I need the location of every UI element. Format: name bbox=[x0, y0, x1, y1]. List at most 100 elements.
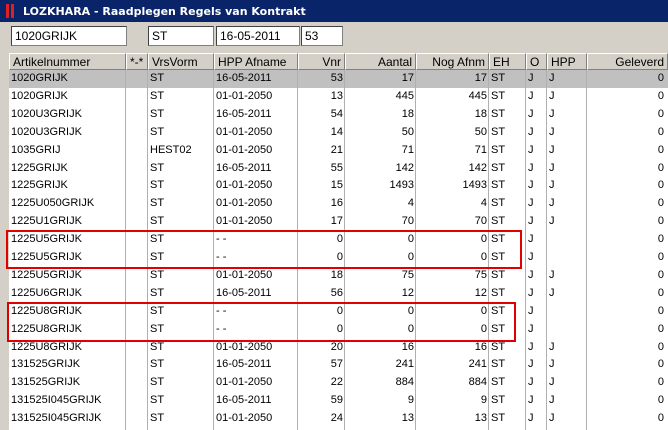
grid-header: Artikelnummer *-* VrsVorm HPP Afname Vnr… bbox=[9, 53, 668, 70]
cell-geleverd: 0 bbox=[657, 161, 664, 174]
cell-hpp: J bbox=[549, 143, 555, 156]
col-header-eh[interactable]: EH bbox=[489, 53, 526, 70]
cell-vrsvorm: ST bbox=[150, 89, 165, 102]
table-row[interactable]: 131525GRIJK ST 16-05-2011 57 241 241 ST J J 0 bbox=[9, 356, 668, 374]
col-header-geleverd[interactable]: Geleverd bbox=[587, 53, 668, 70]
col-header-hpp[interactable]: HPP bbox=[547, 53, 587, 70]
col-header-vnr[interactable]: Vnr bbox=[298, 53, 345, 70]
cell-artikelnummer: 131525I045GRIJK bbox=[11, 394, 102, 407]
cell-vnr: 22 bbox=[330, 376, 343, 389]
cell-aantal: 0 bbox=[407, 322, 414, 335]
cell-artikelnummer: 1225U050GRIJK bbox=[11, 197, 95, 210]
cell-aantal: 13 bbox=[401, 412, 414, 425]
cell-hpp-afname: 16-05-2011 bbox=[216, 72, 272, 84]
cell-hpp: J bbox=[549, 286, 555, 299]
col-header-artikelnummer[interactable]: Artikelnummer bbox=[9, 53, 126, 70]
cell-aantal: 0 bbox=[407, 304, 414, 317]
cell-marker bbox=[126, 374, 148, 392]
cell-hpp: J bbox=[549, 72, 555, 84]
cell-aantal: 884 bbox=[395, 376, 414, 389]
cell-o: J bbox=[528, 215, 534, 228]
cell-vnr: 13 bbox=[330, 89, 343, 102]
col-header-aantal[interactable]: Aantal bbox=[345, 53, 416, 70]
cell-aantal: 50 bbox=[401, 125, 414, 138]
cell-hpp-afname: 01-01-2050 bbox=[216, 376, 273, 389]
cell-nog-afnm: 0 bbox=[480, 322, 487, 335]
table-row[interactable]: 1225U5GRIJK ST - - 0 0 0 ST J 0 bbox=[9, 249, 668, 267]
col-header-hpp-afname[interactable]: HPP Afname bbox=[214, 53, 298, 70]
cell-artikelnummer: 1020U3GRIJK bbox=[11, 125, 82, 138]
table-row[interactable]: 1225GRIJK ST 16-05-2011 55 142 142 ST J J 0 bbox=[9, 160, 668, 178]
cell-vnr: 18 bbox=[330, 268, 343, 281]
cell-geleverd: 0 bbox=[657, 358, 664, 371]
table-row[interactable]: 1020GRIJK ST 16-05-2011 53 17 17 ST J J 0 bbox=[9, 70, 668, 88]
cell-eh: ST bbox=[491, 161, 506, 174]
cell-marker bbox=[126, 356, 148, 374]
table-row[interactable]: 1225U6GRIJK ST 16-05-2011 56 12 12 ST J J 0 bbox=[9, 285, 668, 303]
cell-hpp bbox=[547, 231, 587, 249]
cell-vrsvorm: ST bbox=[150, 358, 165, 371]
vrsvorm-filter-input[interactable] bbox=[148, 26, 214, 46]
cell-nog-afnm: 142 bbox=[468, 161, 487, 174]
table-row[interactable]: 1225U8GRIJK ST 01-01-2050 20 16 16 ST J J 0 bbox=[9, 339, 668, 357]
table-row[interactable]: 131525I045GRIJK ST 16-05-2011 59 9 9 ST J J 0 bbox=[9, 392, 668, 410]
cell-hpp: J bbox=[549, 215, 555, 228]
number-filter-input[interactable] bbox=[301, 26, 343, 46]
cell-nog-afnm: 75 bbox=[474, 268, 487, 281]
table-row[interactable]: 1225U8GRIJK ST - - 0 0 0 ST J 0 bbox=[9, 321, 668, 339]
date-filter-input[interactable] bbox=[216, 26, 300, 46]
table-row[interactable]: 1225U5GRIJK ST - - 0 0 0 ST J 0 bbox=[9, 231, 668, 249]
cell-vrsvorm: ST bbox=[150, 215, 165, 228]
table-row[interactable]: 1020U3GRIJK ST 01-01-2050 14 50 50 ST J J 0 bbox=[9, 124, 668, 142]
table-row[interactable]: 131525I045GRIJK ST 01-01-2050 24 13 13 ST J J 0 bbox=[9, 410, 668, 428]
cell-hpp-afname: 01-01-2050 bbox=[216, 179, 273, 192]
table-row[interactable]: 1225U5GRIJK ST 01-01-2050 18 75 75 ST J J 0 bbox=[9, 267, 668, 285]
article-filter-input[interactable] bbox=[11, 26, 127, 46]
cell-hpp: J bbox=[549, 412, 555, 425]
table-row[interactable]: 1225U8GRIJK ST - - 0 0 0 ST J 0 bbox=[9, 303, 668, 321]
contract-lines-grid[interactable]: Artikelnummer *-* VrsVorm HPP Afname Vnr… bbox=[9, 53, 668, 430]
cell-aantal: 75 bbox=[401, 268, 414, 281]
table-row[interactable]: 1225U1GRIJK ST 01-01-2050 17 70 70 ST J J 0 bbox=[9, 213, 668, 231]
col-header-o[interactable]: O bbox=[526, 53, 547, 70]
col-header-vrsvorm[interactable]: VrsVorm bbox=[148, 53, 214, 70]
cell-vnr: 54 bbox=[330, 107, 343, 120]
cell-nog-afnm: 4 bbox=[480, 197, 487, 210]
col-header-nog-afnm[interactable]: Nog Afnm bbox=[416, 53, 489, 70]
table-row[interactable]: 1035GRIJ HEST02 01-01-2050 21 71 71 ST J J 0 bbox=[9, 142, 668, 160]
cell-o: J bbox=[528, 412, 534, 425]
window-title: LOZKHARA - Raadplegen Regels van Kontrak… bbox=[23, 4, 306, 18]
cell-vrsvorm: ST bbox=[150, 304, 165, 317]
cell-aantal: 17 bbox=[401, 72, 414, 84]
cell-vnr: 24 bbox=[330, 412, 343, 425]
table-row[interactable]: 1225GRIJK ST 01-01-2050 15 1493 1493 ST J J 0 bbox=[9, 177, 668, 195]
cell-vnr: 15 bbox=[330, 179, 343, 192]
cell-hpp-afname: 01-01-2050 bbox=[216, 143, 273, 156]
cell-aantal: 9 bbox=[407, 394, 414, 407]
cell-hpp-afname: 01-01-2050 bbox=[216, 215, 273, 228]
cell-o: J bbox=[528, 161, 534, 174]
table-row[interactable]: 1020U3GRIJK ST 16-05-2011 54 18 18 ST J J 0 bbox=[9, 106, 668, 124]
cell-hpp-afname: - - bbox=[216, 304, 227, 317]
cell-eh: ST bbox=[491, 197, 506, 210]
cell-hpp-afname: 01-01-2050 bbox=[216, 412, 273, 425]
cell-artikelnummer: 131525GRIJK bbox=[11, 376, 81, 389]
cell-o: J bbox=[528, 143, 534, 156]
cell-marker bbox=[126, 321, 148, 339]
cell-hpp-afname: 01-01-2050 bbox=[216, 340, 273, 353]
cell-eh: ST bbox=[491, 358, 506, 371]
col-header-marker[interactable]: *-* bbox=[126, 53, 148, 70]
cell-vnr: 0 bbox=[336, 304, 343, 317]
table-row[interactable]: 1225U050GRIJK ST 01-01-2050 16 4 4 ST J J 0 bbox=[9, 195, 668, 213]
table-row[interactable]: 1020GRIJK ST 01-01-2050 13 445 445 ST J J 0 bbox=[9, 88, 668, 106]
filter-bar bbox=[0, 26, 668, 48]
cell-marker bbox=[126, 88, 148, 106]
cell-hpp: J bbox=[549, 340, 555, 353]
table-row[interactable]: 131525GRIJK ST 01-01-2050 22 884 884 ST J J 0 bbox=[9, 374, 668, 392]
cell-geleverd: 0 bbox=[657, 143, 664, 156]
cell-hpp bbox=[547, 249, 587, 267]
cell-geleverd: 0 bbox=[657, 197, 664, 210]
cell-vrsvorm: ST bbox=[150, 394, 165, 407]
cell-hpp-afname: 01-01-2050 bbox=[216, 268, 273, 281]
cell-hpp: J bbox=[549, 268, 555, 281]
